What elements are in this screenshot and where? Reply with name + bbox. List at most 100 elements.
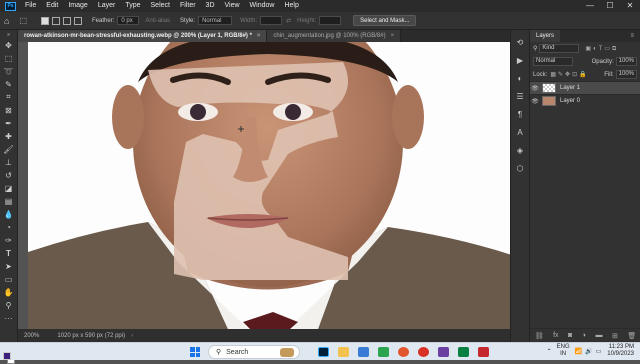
foreground-color-swatch[interactable]	[3, 352, 11, 360]
width-input[interactable]	[260, 16, 283, 25]
antialias-checkbox[interactable]: Anti-alias	[145, 18, 170, 24]
tab-layers[interactable]: Layers	[530, 30, 561, 42]
filter-type-icons[interactable]: ▣◐T▭⧉	[585, 45, 618, 53]
media-app-icon[interactable]	[418, 347, 429, 357]
eraser-tool-icon[interactable]: ◪	[3, 182, 15, 194]
blur-tool-icon[interactable]: 💧	[3, 208, 15, 220]
home-icon[interactable]: ⌂	[4, 16, 9, 26]
properties-panel-icon[interactable]: ☰	[514, 90, 526, 102]
language-indicator[interactable]: ENG IN	[557, 344, 570, 358]
menu-view[interactable]: View	[220, 0, 245, 12]
zoom-level[interactable]: 200%	[24, 333, 39, 339]
photoshop-taskbar-icon[interactable]	[318, 347, 329, 357]
new-layer-icon[interactable]: ⊞	[612, 332, 618, 340]
link-layers-icon[interactable]: ⛓	[535, 332, 544, 340]
subtract-selection-icon[interactable]	[63, 16, 71, 25]
feather-input[interactable]: 0 px	[117, 16, 140, 25]
battery-icon[interactable]: ▭	[596, 348, 602, 355]
tray-chevron-icon[interactable]: ⌃	[547, 348, 552, 355]
play-actions-icon[interactable]: ▶	[514, 54, 526, 66]
tab-document-2[interactable]: chin_augmentation.jpg @ 100% (RGB/8#) ×	[267, 30, 402, 42]
menu-help[interactable]: Help	[279, 0, 303, 12]
lock-icons[interactable]: ▦✎✥⊡🔒	[550, 71, 588, 78]
headphones-app-icon[interactable]	[438, 347, 449, 357]
styles-panel-icon[interactable]: ◈	[514, 144, 526, 156]
path-select-icon[interactable]: ➤	[3, 260, 15, 272]
close-tab-icon[interactable]: ×	[257, 33, 261, 39]
clock[interactable]: 11:23 PM 10/9/2023	[607, 344, 634, 358]
eyedropper-icon[interactable]: ✒	[3, 117, 15, 129]
layer-row[interactable]: 👁 Layer 1	[530, 81, 640, 94]
rectangle-tool-icon[interactable]: ▭	[3, 273, 15, 285]
filter-kind-select[interactable]: Kind	[539, 44, 580, 53]
history-brush-icon[interactable]: ↺	[3, 169, 15, 181]
menu-type[interactable]: Type	[120, 0, 145, 12]
spreadsheet-icon[interactable]	[378, 347, 389, 357]
adjustment-layer-icon[interactable]: ◑	[582, 332, 586, 339]
layer-row[interactable]: 👁 Layer 0	[530, 94, 640, 107]
healing-brush-icon[interactable]: ✚	[3, 130, 15, 142]
3d-panel-icon[interactable]: ⬡	[514, 162, 526, 174]
new-group-icon[interactable]: ▬	[595, 332, 602, 339]
tab-document-1[interactable]: rowan-atkinson-mr-bean-stressful-exhaust…	[18, 30, 268, 42]
layer-style-icon[interactable]: fx	[553, 332, 558, 339]
history-panel-icon[interactable]: ⟲	[514, 36, 526, 48]
adjustments-panel-icon[interactable]: ◐	[514, 72, 526, 84]
wifi-icon[interactable]: 📶	[575, 348, 582, 355]
add-selection-icon[interactable]	[52, 16, 60, 25]
more-tools-icon[interactable]: ···	[3, 312, 15, 324]
quick-select-icon[interactable]: ✎	[3, 78, 15, 90]
canvas-area[interactable]	[18, 42, 510, 329]
hand-tool-icon[interactable]: ✋	[3, 286, 15, 298]
crop-tool-icon[interactable]: ⌗	[3, 91, 15, 103]
pen-tool-icon[interactable]: ✑	[3, 234, 15, 246]
menu-3d[interactable]: 3D	[201, 0, 220, 12]
move-tool-icon[interactable]: ✥	[3, 39, 15, 51]
marquee-tool-icon[interactable]: ⬚	[3, 52, 15, 64]
panel-menu-icon[interactable]: ≡	[624, 30, 640, 42]
minimize-button[interactable]: —	[580, 0, 600, 12]
menu-file[interactable]: File	[20, 0, 41, 12]
swap-icon[interactable]: ⇄	[286, 17, 291, 24]
menu-edit[interactable]: Edit	[41, 0, 63, 12]
paragraph-panel-icon[interactable]: ¶	[514, 108, 526, 120]
brave-browser-icon[interactable]	[398, 347, 409, 357]
clone-stamp-icon[interactable]: ⊥	[3, 156, 15, 168]
windows-start-icon[interactable]	[190, 347, 200, 357]
add-mask-icon[interactable]: ◙	[568, 332, 572, 339]
lasso-tool-icon[interactable]: ➰	[3, 65, 15, 77]
style-select[interactable]: Normal	[198, 16, 233, 25]
intersect-selection-icon[interactable]	[74, 16, 82, 25]
marquee-preset-icon[interactable]: ⬚	[19, 16, 27, 25]
mail-icon[interactable]	[358, 347, 369, 357]
delete-layer-icon[interactable]: 🗑	[627, 332, 636, 340]
character-panel-icon[interactable]: A	[514, 126, 526, 138]
height-input[interactable]	[319, 16, 342, 25]
new-selection-icon[interactable]	[41, 16, 49, 25]
dodge-tool-icon[interactable]: ◔	[3, 221, 15, 233]
status-menu-icon[interactable]: ›	[131, 333, 133, 339]
music-app-icon[interactable]	[458, 347, 469, 357]
zoom-tool-icon[interactable]: ⚲	[3, 299, 15, 311]
opacity-input[interactable]: 100%	[615, 57, 637, 66]
volume-icon[interactable]: 🔊	[585, 348, 592, 355]
menu-window[interactable]: Window	[245, 0, 280, 12]
menu-image[interactable]: Image	[63, 0, 92, 12]
taskbar-search[interactable]: ⚲ Search	[208, 345, 300, 359]
menu-filter[interactable]: Filter	[175, 0, 201, 12]
close-button[interactable]: ✕	[620, 0, 640, 12]
brush-tool-icon[interactable]: 🖌	[3, 143, 15, 155]
gradient-tool-icon[interactable]: ▤	[3, 195, 15, 207]
blend-mode-select[interactable]: Normal	[533, 57, 573, 66]
office-app-icon[interactable]	[478, 347, 489, 357]
visibility-eye-icon[interactable]: 👁	[530, 85, 540, 92]
fill-input[interactable]: 100%	[615, 70, 637, 79]
document-image[interactable]	[28, 42, 510, 329]
visibility-eye-icon[interactable]: 👁	[530, 98, 540, 105]
type-tool-icon[interactable]: T	[3, 247, 15, 259]
frame-tool-icon[interactable]: ⊠	[3, 104, 15, 116]
collapse-icon[interactable]: »	[3, 31, 15, 38]
menu-select[interactable]: Select	[146, 0, 175, 12]
close-tab-icon[interactable]: ×	[391, 33, 395, 39]
file-explorer-icon[interactable]	[338, 347, 349, 357]
